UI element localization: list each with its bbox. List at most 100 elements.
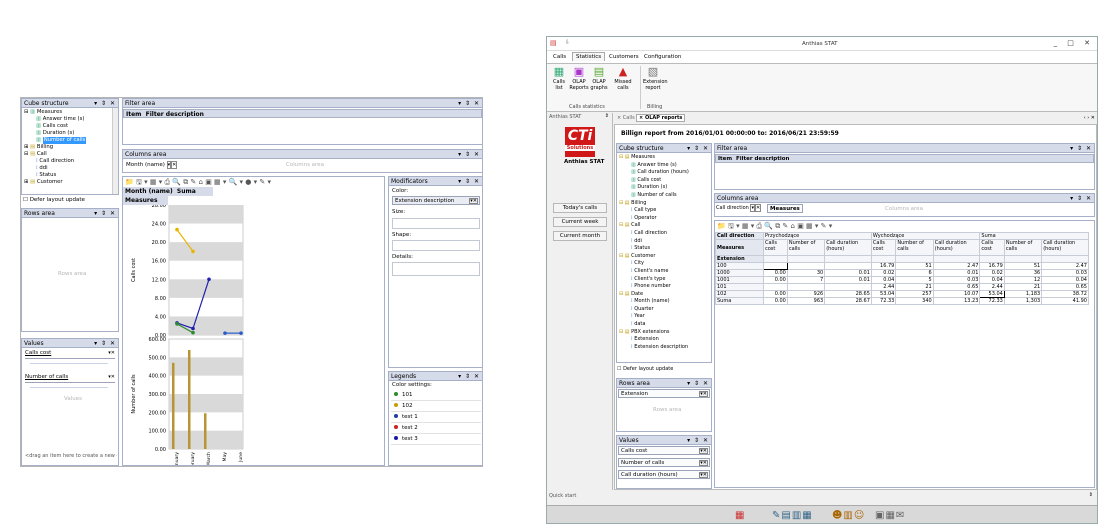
tree-node[interactable]: ⊟ ▤ Date bbox=[619, 291, 711, 299]
table-row[interactable]: 102 0.00 926 28.65 53.04 257 10.07 53.04 1,183 38… bbox=[715, 290, 1089, 298]
row-field-extension[interactable]: Extension ▾✕ bbox=[618, 389, 710, 398]
panel-controls-icon[interactable]: ▾ ⇕ ✕ bbox=[687, 379, 709, 387]
legend-item[interactable]: test 3 bbox=[391, 434, 481, 445]
tree-node[interactable]: ⁞ Status bbox=[619, 245, 711, 253]
taskbar-notes-icon[interactable]: ✎▤▥▦ bbox=[772, 510, 813, 521]
panel-controls-icon[interactable]: ▾ ⇕ ✕ bbox=[458, 372, 480, 380]
tree-node[interactable]: ⁞ Status bbox=[24, 172, 118, 179]
tree-node[interactable]: ⁞ Phone number bbox=[619, 283, 711, 291]
table-row[interactable]: 101 2.44 21 0.65 2.44 21 0.65 bbox=[715, 283, 1089, 291]
taskbar-calendar-icon[interactable]: ▦ bbox=[735, 510, 744, 521]
tree-node[interactable]: ▥ Number of calls bbox=[619, 192, 711, 200]
tree-node[interactable]: ⊟ ▤ Billing bbox=[619, 200, 711, 208]
ribbon-button[interactable]: ▤ OLAP graphs bbox=[589, 66, 609, 92]
tree-node[interactable]: ⊞ ▤ Billing bbox=[24, 144, 118, 151]
tree-node[interactable]: ▥ Calls cost bbox=[24, 123, 118, 130]
panel-controls-icon[interactable]: ▾ ⇕ ✕ bbox=[458, 99, 480, 107]
table-row[interactable]: 1001 0.00 7 0.01 0.04 5 0.03 0.04 12 0.04 bbox=[715, 276, 1089, 284]
doc-tab-nav-icon[interactable]: ‹ › ✕ bbox=[1084, 115, 1095, 121]
tree-node[interactable]: ⁞ Extension description bbox=[619, 344, 711, 352]
defer-layout-checkbox[interactable]: ☐ Defer layout update bbox=[23, 197, 85, 203]
tree-node[interactable]: ▥ Answer time (s) bbox=[619, 162, 711, 170]
tree-node[interactable]: ⁞ Year bbox=[619, 313, 711, 321]
tree-node[interactable]: ⁞ ddi bbox=[24, 165, 118, 172]
tree-node[interactable]: ⊟ ▤ Measures bbox=[619, 154, 711, 162]
tree-node[interactable]: ⊟ ▤ Call bbox=[24, 151, 118, 158]
ribbon-button[interactable]: ▦ Calls list bbox=[549, 66, 569, 92]
legend-item[interactable]: test 1 bbox=[391, 412, 481, 423]
tree-node[interactable]: ⊞ ▤ Customer bbox=[24, 179, 118, 186]
tree-node[interactable]: ⊟ ▤ Call bbox=[619, 222, 711, 230]
tree-node[interactable]: ⁞ Call direction bbox=[619, 230, 711, 238]
tree-node[interactable]: ▥ Calls cost bbox=[619, 177, 711, 185]
taskbar-users-icon[interactable]: ☻▥☺ bbox=[832, 510, 865, 521]
panel-controls-icon[interactable]: ▾ ⇕ ✕ bbox=[687, 436, 709, 444]
panel-controls-icon[interactable]: ▾ ⇕ ✕ bbox=[458, 177, 480, 185]
value-field-call-duration[interactable]: Call duration (hours) ▾✕ bbox=[618, 470, 710, 479]
tree-node[interactable]: ▥ Duration (s) bbox=[24, 130, 118, 137]
table-row[interactable]: 1000 0.00 30 0.01 0.02 6 0.01 0.02 36 0.03 bbox=[715, 269, 1089, 277]
column-field-measures[interactable]: Measures bbox=[767, 204, 803, 213]
details-box[interactable] bbox=[392, 262, 480, 276]
tree-node[interactable]: ⁞ data bbox=[619, 321, 711, 329]
value-field-calls-cost[interactable]: Calls cost ▾✕ bbox=[618, 446, 710, 455]
tab-customers[interactable]: Customers bbox=[609, 54, 639, 60]
tab-configuration[interactable]: Configuration bbox=[644, 54, 681, 60]
size-box[interactable] bbox=[392, 218, 480, 229]
panel-controls-icon[interactable]: ▾ ⇕ ✕ bbox=[94, 339, 116, 347]
quick-access-icon[interactable]: ⇩ bbox=[565, 39, 570, 46]
tree-node[interactable]: ⁞ Call direction bbox=[24, 158, 118, 165]
value-slider[interactable] bbox=[30, 387, 108, 388]
legend-item[interactable]: test 2 bbox=[391, 423, 481, 434]
tree-node[interactable]: ⁞ Client's type bbox=[619, 276, 711, 284]
table-row[interactable]: Suma 0.00 963 28.67 72.33 340 13.23 72.33 1,303 4… bbox=[715, 297, 1089, 305]
current-week-button[interactable]: Current week bbox=[553, 217, 607, 227]
panel-controls-icon[interactable]: ▾ ⇕ ✕ bbox=[94, 209, 116, 217]
column-field-call-direction[interactable]: Call direction ▾ ✕ bbox=[716, 204, 762, 212]
ribbon-button[interactable]: ▧ Extension report bbox=[643, 66, 668, 92]
tree-node[interactable]: ⊟ ▤ PBX extensions bbox=[619, 329, 711, 337]
todays-calls-button[interactable]: Today's calls bbox=[553, 203, 607, 213]
value-slider[interactable] bbox=[30, 363, 108, 364]
color-select[interactable]: Extension description ▾✕ bbox=[392, 196, 480, 205]
taskbar-tools-icon[interactable]: ▣▦✉ bbox=[875, 510, 905, 521]
tree-node[interactable]: ⊟ ▤ Customer bbox=[619, 253, 711, 261]
value-field-calls-cost[interactable]: Calls cost ▾✕ bbox=[25, 350, 115, 359]
tab-calls[interactable]: Calls bbox=[553, 54, 566, 60]
tree-node[interactable]: ▥ Duration (s) bbox=[619, 184, 711, 192]
tree-node[interactable]: ⁞ Extension bbox=[619, 336, 711, 344]
legend-item[interactable]: 101 bbox=[391, 390, 481, 401]
table-row[interactable]: 100 16.79 51 2.47 16.79 51 2.47 bbox=[715, 262, 1089, 270]
panel-controls-icon[interactable]: ▾ ⇕ ✕ bbox=[1070, 144, 1092, 152]
pin-icon[interactable]: ⇕ bbox=[1089, 492, 1093, 498]
shape-box[interactable] bbox=[392, 240, 480, 251]
ribbon-button[interactable]: ▲ Missed calls bbox=[613, 66, 633, 92]
tree-node[interactable]: ▥ Number of calls bbox=[24, 137, 118, 144]
tree-node[interactable]: ⁞ Month (name) bbox=[619, 298, 711, 306]
panel-controls-icon[interactable]: ▾ ⇕ ✕ bbox=[687, 144, 709, 152]
doc-tab-calls[interactable]: × Calls bbox=[617, 115, 635, 121]
tree-node[interactable]: ⁞ ddi bbox=[619, 238, 711, 246]
value-field-number-of-calls[interactable]: Number of calls ▾✕ bbox=[618, 458, 710, 467]
panel-controls-icon[interactable]: ▾ ⇕ ✕ bbox=[94, 99, 116, 107]
panel-controls-icon[interactable]: ▾ ⇕ ✕ bbox=[458, 150, 480, 158]
window-controls-icon[interactable]: _ □ ✕ bbox=[1054, 39, 1094, 47]
tree-node[interactable]: ▥ Call duration (hours) bbox=[619, 169, 711, 177]
app-menu-icon[interactable]: ▤ bbox=[550, 39, 557, 47]
pin-icon[interactable]: ⇕ bbox=[605, 113, 609, 119]
value-field-number-of-calls[interactable]: Number of calls ▾✕ bbox=[25, 374, 115, 383]
legend-item[interactable]: 102 bbox=[391, 401, 481, 412]
doc-tab-olap-reports[interactable]: × OLAP reports bbox=[636, 114, 686, 122]
tree-node[interactable]: ▥ Answer time (s) bbox=[24, 116, 118, 123]
ribbon-button[interactable]: ▣ OLAP Reports bbox=[569, 66, 589, 92]
column-field-month[interactable]: Month (name) ▾ ✕ bbox=[124, 161, 179, 170]
panel-controls-icon[interactable]: ▾ ⇕ ✕ bbox=[1070, 194, 1092, 202]
tree-node[interactable]: ⁞ City bbox=[619, 260, 711, 268]
tree-node[interactable]: ⊟ ▥ Measures bbox=[24, 109, 118, 116]
tree-node[interactable]: ⁞ Quarter bbox=[619, 306, 711, 314]
tree-node[interactable]: ⁞ Call type bbox=[619, 207, 711, 215]
tab-statistics[interactable]: Statistics bbox=[572, 52, 606, 61]
defer-layout-checkbox[interactable]: ☐ Defer layout update bbox=[617, 366, 673, 372]
current-month-button[interactable]: Current month bbox=[553, 231, 607, 241]
tree-scrollbar[interactable] bbox=[112, 108, 118, 194]
